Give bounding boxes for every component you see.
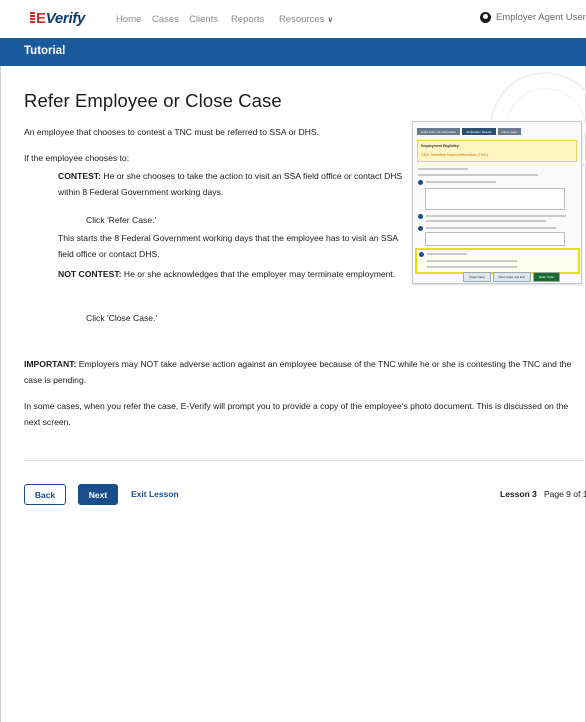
if-chooses-text: If the employee chooses to: [24,153,130,163]
contest-text: He or she chooses to take the action to … [58,171,403,197]
flag-bars-icon [30,12,35,24]
exit-lesson-link[interactable]: Exit Lesson [131,489,179,499]
not-contest-text: He or she acknowledges that the employer… [121,269,396,279]
thumbnail-tab: Close Case [497,128,522,135]
thumbnail-panel [425,188,565,210]
important-label: IMPORTANT: [24,359,77,369]
thumbnail-eligibility-value: SSA Tentative Nonconfirmation (TNC) [421,152,489,157]
thumbnail-close-case-button: Close Case [463,272,491,282]
thumbnail-tab: Verification Results [462,128,496,135]
everify-logo[interactable]: EVerify [30,10,85,27]
thumbnail-tab: Enter Form I-9 Information [417,128,461,135]
important-paragraph: IMPORTANT: Employers may NOT take advers… [24,356,584,388]
nav-cases[interactable]: Cases [152,14,179,25]
refer-note: This starts the 8 Federal Government wor… [58,233,398,259]
thumbnail-text-line [426,215,566,217]
page-title: Refer Employee or Close Case [24,90,282,111]
important-text: Employers may NOT take adverse action ag… [24,359,572,385]
nav-resources[interactable]: Resources ∨ [279,14,333,25]
click-close-text: Click 'Close Case.' [86,313,158,323]
thumbnail-eligibility-box: Employment Eligibility: SSA Tentative No… [417,140,577,162]
lesson-label: Lesson 3 [500,489,537,499]
tutorial-bar: Tutorial [0,38,586,66]
thumbnail-text-line [427,260,517,262]
photo-note: In some cases, when you refer the case, … [24,401,569,427]
user-name: Employer Agent User [496,12,586,23]
thumbnail-step-icon [419,252,424,257]
contest-paragraph: CONTEST: He or she chooses to take the a… [58,168,403,200]
thumbnail-save-exit-button: Save Case and Exit [492,272,531,282]
lesson-progress: Lesson 3 Page 9 of 17 [500,489,586,499]
thumbnail-text-line [427,266,517,268]
thumbnail-text-line [427,253,467,255]
thumbnail-text-line [418,168,468,170]
next-button[interactable]: Next [78,484,118,505]
thumbnail-refer-case-button: Refer Case [532,272,561,282]
thumbnail-text-line [418,174,538,176]
thumbnail-button-row: Close Case Save Case and Exit Refer Case [463,272,562,282]
divider [24,460,584,461]
not-contest-label: NOT CONTEST: [58,269,122,279]
case-screenshot-thumbnail: Enter Form I-9 Information Verification … [412,121,582,284]
thumbnail-step-icon [418,180,423,185]
back-button[interactable]: Back [24,484,66,505]
thumbnail-text-line [426,181,496,183]
top-nav: EVerify Home Cases Clients Reports Resou… [0,0,586,38]
nav-clients[interactable]: Clients [189,14,218,25]
click-refer-text: Click 'Refer Case.' [86,215,157,225]
thumbnail-text-line [426,220,546,222]
intro-text: An employee that chooses to contest a TN… [24,127,320,137]
user-menu[interactable]: Employer Agent User ∨ [480,12,586,23]
thumbnail-panel [425,232,565,246]
chevron-down-icon: ∨ [327,15,334,24]
contest-label: CONTEST: [58,171,101,181]
thumbnail-text-line [426,227,556,229]
nav-reports[interactable]: Reports [231,14,264,25]
thumbnail-eligibility-label: Employment Eligibility: [421,144,460,148]
nav-home[interactable]: Home [116,14,141,25]
page-info: Page 9 of 17 [543,489,586,499]
thumbnail-tabs: Enter Form I-9 Information Verification … [417,128,523,135]
not-contest-paragraph: NOT CONTEST: He or she acknowledges that… [58,266,403,282]
thumbnail-step-icon [418,214,423,219]
thumbnail-step-icon [418,226,423,231]
user-icon [480,12,491,23]
thumbnail-highlight [415,248,580,274]
tutorial-title: Tutorial [24,45,66,57]
